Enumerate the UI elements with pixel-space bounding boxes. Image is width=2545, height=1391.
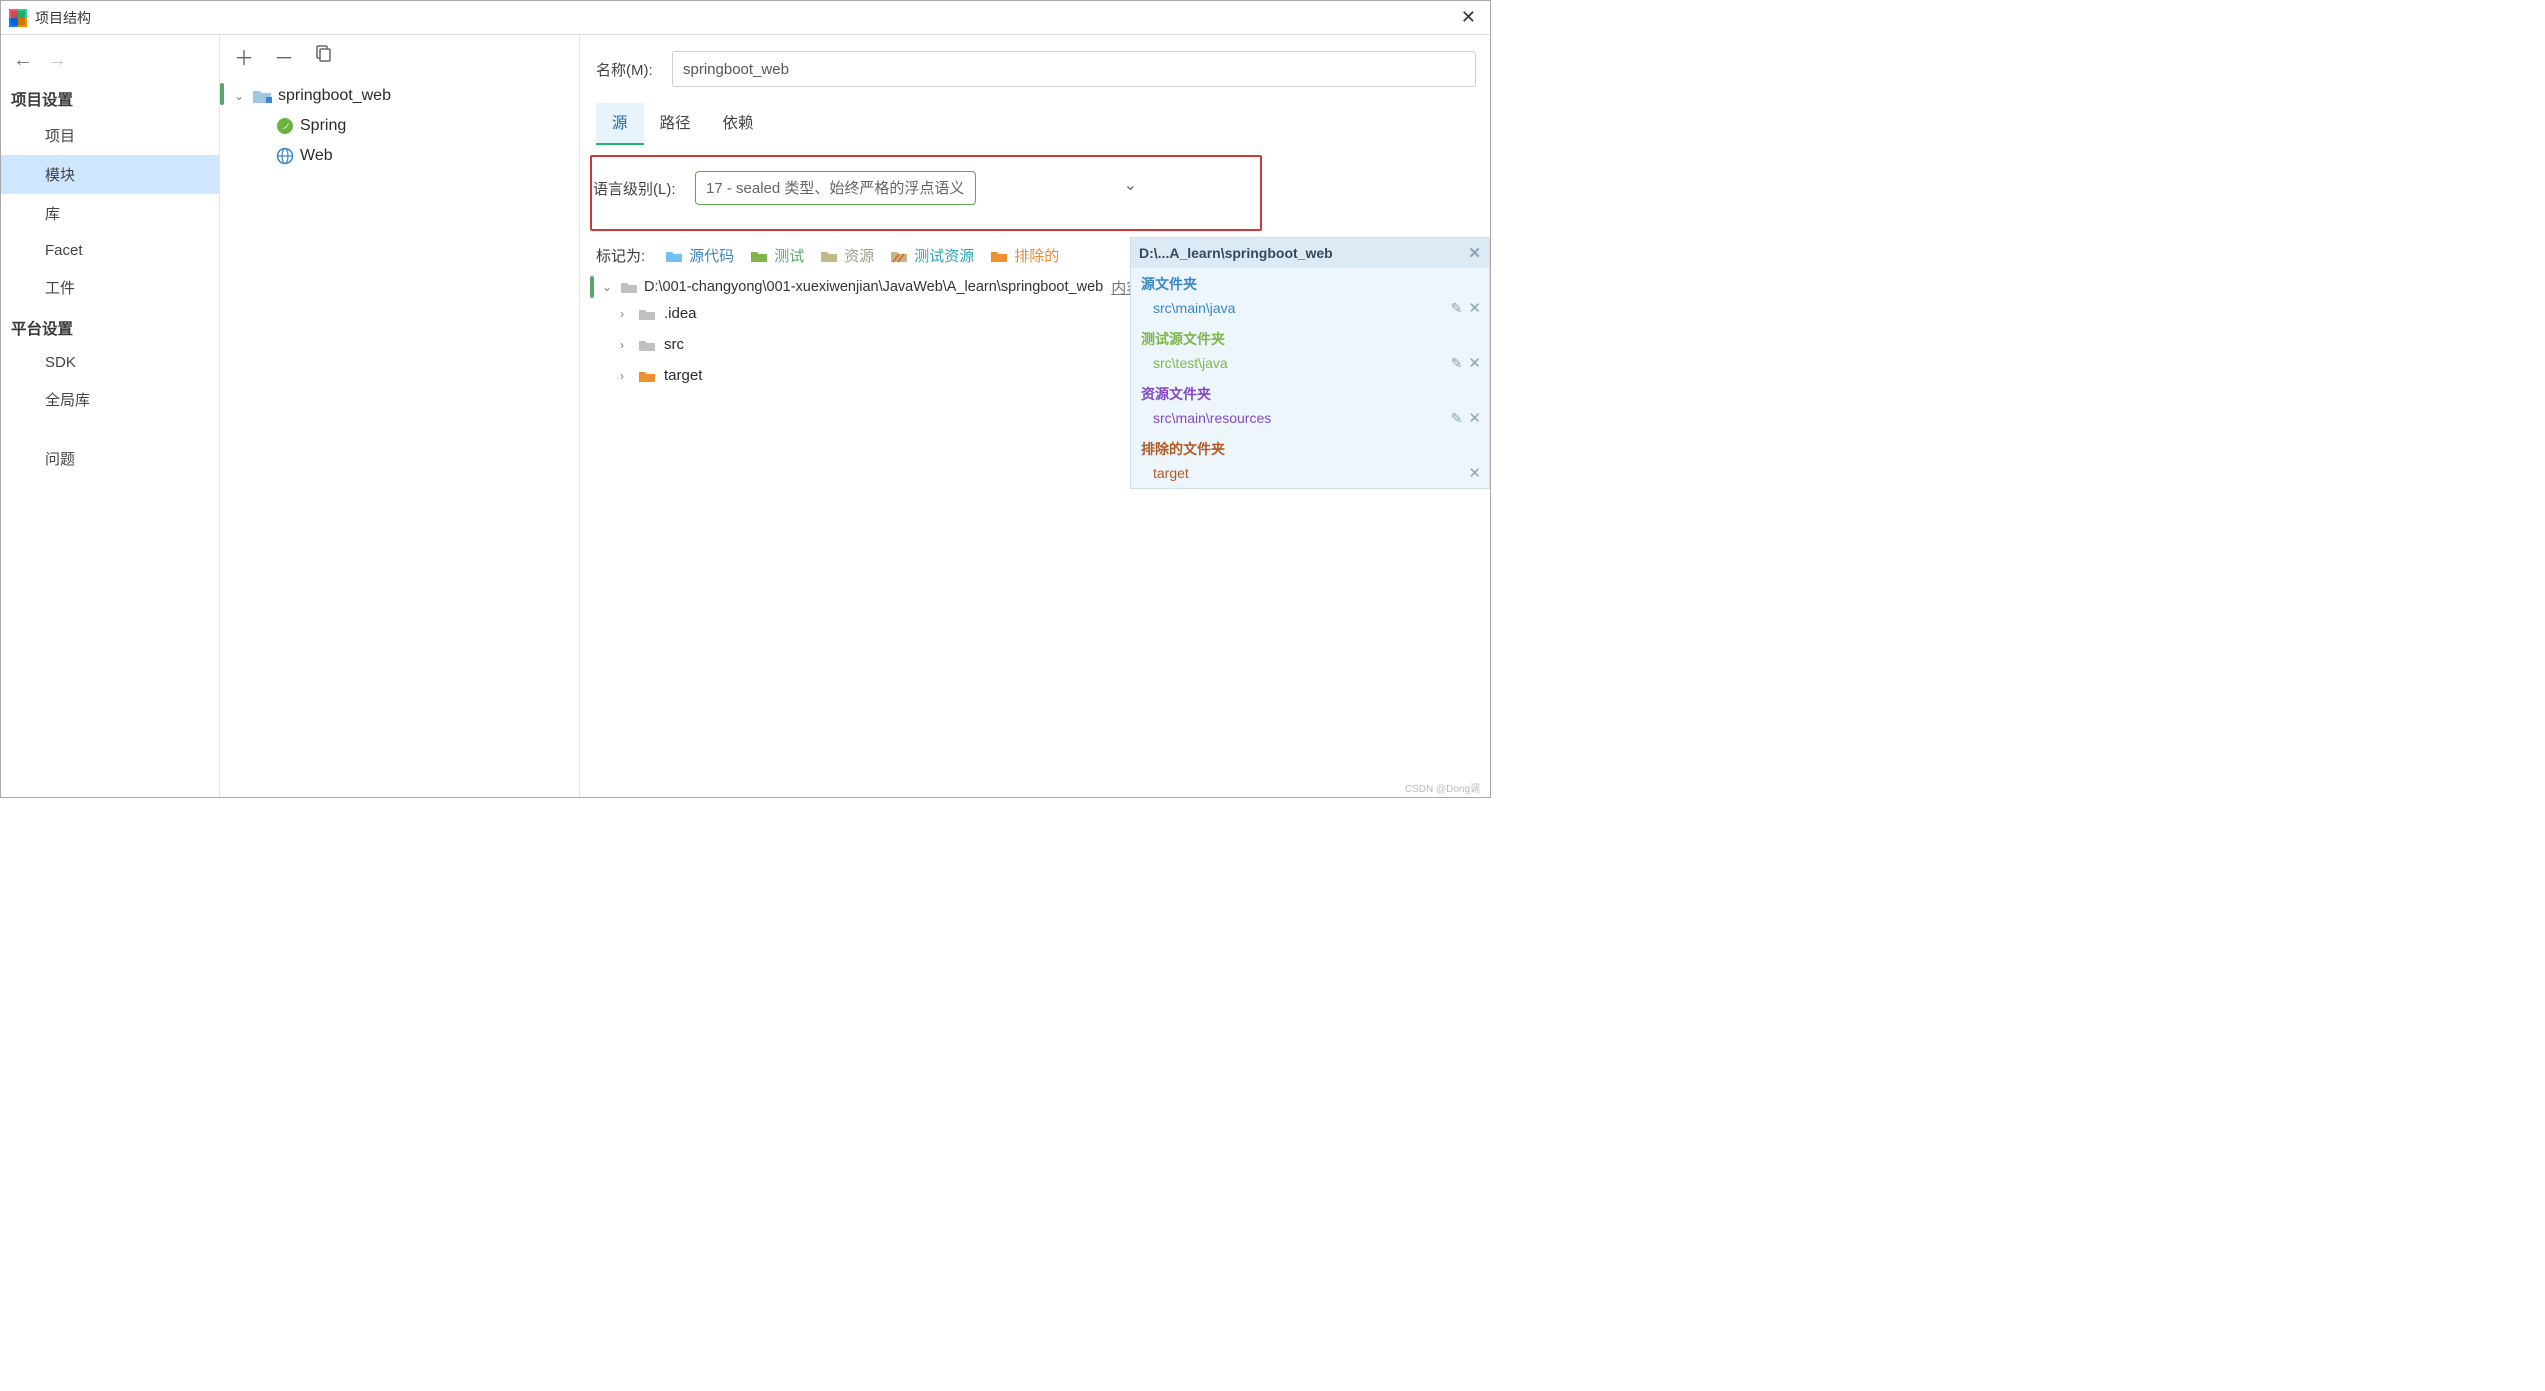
item-target[interactable]: target ✎ ✕: [1131, 461, 1489, 488]
module-tree: ⌄ springboot_web Spring Web: [220, 77, 579, 175]
content-root-path: D:\001-changyong\001-xuexiwenjian\JavaWe…: [644, 279, 1103, 295]
mark-tests[interactable]: 测试: [750, 245, 804, 266]
sidebar-item-global-libs[interactable]: 全局库: [1, 380, 219, 419]
close-icon[interactable]: ✕: [1455, 7, 1482, 28]
sidebar-item-modules[interactable]: 模块: [1, 155, 219, 194]
module-name-input[interactable]: [672, 51, 1476, 87]
language-level-label: 语言级别(L):: [593, 178, 681, 199]
item-target-label: target: [1153, 465, 1189, 481]
titlebar: 项目结构 ✕: [1, 1, 1490, 35]
mark-as-label: 标记为:: [596, 245, 645, 266]
mark-test-resources-label: 测试资源: [914, 245, 974, 266]
remove-icon[interactable]: －: [274, 42, 294, 71]
section-sources: 源文件夹: [1131, 268, 1489, 296]
project-structure-window: 项目结构 ✕ ← → 项目设置 项目 模块 库 Facet 工件 平台设置 SD…: [0, 0, 1491, 798]
module-toolbar: ＋ －: [220, 35, 579, 77]
copy-icon[interactable]: [314, 44, 332, 68]
mark-resources[interactable]: 资源: [820, 245, 874, 266]
mark-resources-label: 资源: [844, 245, 874, 266]
tab-sources[interactable]: 源: [596, 103, 644, 145]
intellij-icon: [9, 9, 27, 27]
item-src-test-java[interactable]: src\test\java ✎ ✕: [1131, 351, 1489, 378]
content-root-header-title: D:\...A_learn\springboot_web: [1139, 245, 1333, 261]
sidebar-item-sdks[interactable]: SDK: [1, 345, 219, 380]
item-src-main-resources-label: src\main\resources: [1153, 410, 1271, 426]
remove-icon[interactable]: ✕: [1468, 409, 1481, 427]
section-header-project: 项目设置: [1, 78, 219, 116]
sidebar-item-project[interactable]: 项目: [1, 116, 219, 155]
mark-test-resources[interactable]: 测试资源: [890, 245, 974, 266]
sidebar-item-problems[interactable]: 问题: [1, 439, 219, 478]
section-resources: 资源文件夹: [1131, 378, 1489, 406]
section-test-sources: 测试源文件夹: [1131, 323, 1489, 351]
detail-tabs: 源 路径 依赖: [590, 103, 1476, 145]
module-web-label: Web: [300, 147, 333, 165]
edit-icon[interactable]: ✎: [1451, 410, 1463, 427]
caret-down-icon: ⌄: [234, 89, 246, 103]
content-root-marker: [590, 276, 594, 298]
edit-icon[interactable]: ✎: [1451, 300, 1463, 317]
sidebar-item-artifacts[interactable]: 工件: [1, 268, 219, 307]
module-folder-icon: [252, 88, 272, 104]
item-src-test-java-label: src\test\java: [1153, 355, 1228, 371]
spring-icon: [276, 117, 294, 135]
highlighted-area: 语言级别(L): 17 - sealed 类型、始终严格的浮点语义: [590, 155, 1262, 231]
settings-sidebar: ← → 项目设置 项目 模块 库 Facet 工件 平台设置 SDK 全局库 问…: [1, 35, 220, 797]
module-node-spring[interactable]: Spring: [220, 111, 579, 141]
content-root-header: D:\...A_learn\springboot_web ✕: [1131, 238, 1489, 268]
item-src-main-java-label: src\main\java: [1153, 300, 1235, 316]
mark-sources[interactable]: 源代码: [665, 245, 734, 266]
section-header-platform: 平台设置: [1, 307, 219, 345]
close-content-root-icon[interactable]: ✕: [1468, 244, 1481, 262]
section-excluded: 排除的文件夹: [1131, 433, 1489, 461]
web-icon: [276, 147, 294, 165]
window-title: 项目结构: [35, 8, 91, 28]
tab-dependencies[interactable]: 依赖: [707, 103, 770, 145]
folder-src-label: src: [664, 336, 684, 353]
sidebar-item-libraries[interactable]: 库: [1, 194, 219, 233]
watermark: CSDN @Dong调: [1405, 780, 1480, 795]
module-spring-label: Spring: [300, 117, 346, 135]
folder-idea-label: .idea: [664, 305, 697, 322]
chevron-right-icon: ›: [620, 369, 630, 383]
folder-icon: [638, 307, 656, 321]
language-level-select[interactable]: 17 - sealed 类型、始终严格的浮点语义: [695, 171, 976, 205]
module-node-root[interactable]: ⌄ springboot_web: [220, 81, 579, 111]
sidebar-item-facets[interactable]: Facet: [1, 233, 219, 268]
mark-sources-label: 源代码: [689, 245, 734, 266]
nav-back-icon[interactable]: ←: [13, 49, 33, 72]
item-src-main-java[interactable]: src\main\java ✎ ✕: [1131, 296, 1489, 323]
tab-paths[interactable]: 路径: [644, 103, 707, 145]
nav-forward-icon[interactable]: →: [47, 49, 67, 72]
selection-marker: [220, 83, 224, 105]
mark-excluded[interactable]: 排除的: [990, 245, 1059, 266]
folder-icon: [620, 280, 638, 294]
folder-target-label: target: [664, 367, 702, 384]
remove-icon[interactable]: ✕: [1468, 354, 1481, 372]
chevron-right-icon: ›: [620, 338, 630, 352]
caret-down-icon: ⌄: [602, 280, 614, 294]
name-label: 名称(M):: [596, 59, 654, 80]
module-root-label: springboot_web: [278, 87, 391, 105]
module-detail-panel: 名称(M): 源 路径 依赖 语言级别(L): 17 - sealed 类型、始…: [580, 35, 1490, 797]
module-tree-panel: ＋ － ⌄ springboot_web: [220, 35, 580, 797]
remove-icon[interactable]: ✕: [1468, 299, 1481, 317]
content-root-panel: D:\...A_learn\springboot_web ✕ 源文件夹 src\…: [1130, 237, 1490, 489]
module-node-web[interactable]: Web: [220, 141, 579, 171]
item-src-main-resources[interactable]: src\main\resources ✎ ✕: [1131, 406, 1489, 433]
mark-excluded-label: 排除的: [1014, 245, 1059, 266]
mark-tests-label: 测试: [774, 245, 804, 266]
add-icon[interactable]: ＋: [234, 42, 254, 71]
folder-icon: [638, 338, 656, 352]
remove-icon[interactable]: ✕: [1468, 464, 1481, 482]
folder-excluded-icon: [638, 369, 656, 383]
chevron-right-icon: ›: [620, 307, 630, 321]
edit-icon[interactable]: ✎: [1451, 355, 1463, 372]
